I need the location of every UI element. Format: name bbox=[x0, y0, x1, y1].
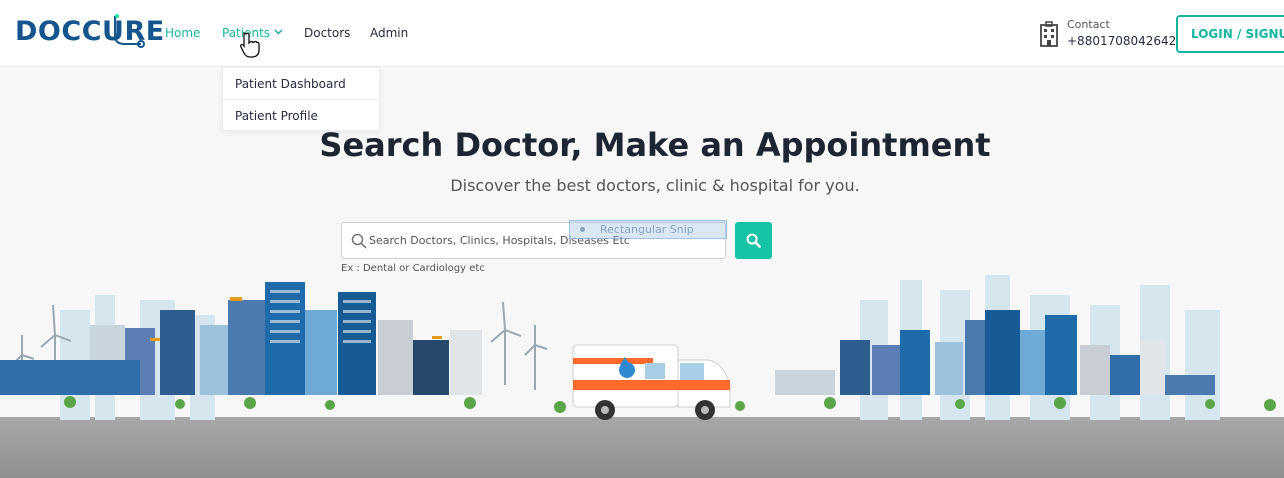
nav-doctors[interactable]: Doctors bbox=[304, 26, 350, 40]
contact-phone[interactable]: +8801708042642 bbox=[1067, 34, 1176, 48]
hero-title: Search Doctor, Make an Appointment bbox=[319, 126, 991, 164]
nav-admin[interactable]: Admin bbox=[370, 26, 408, 40]
hospital-building-icon bbox=[1040, 21, 1058, 47]
login-signup-button[interactable]: LOGIN / SIGNUP bbox=[1176, 15, 1284, 53]
search-icon bbox=[351, 233, 367, 249]
menu-item-patient-dashboard[interactable]: Patient Dashboard bbox=[223, 68, 379, 100]
site-header: DOCCURE Home Patients Doctors Admin Cont… bbox=[0, 0, 1284, 67]
ambulance-illustration bbox=[572, 344, 731, 420]
snip-dot bbox=[580, 227, 585, 232]
snip-label: Rectangular Snip bbox=[600, 223, 694, 236]
stethoscope-icon bbox=[114, 14, 145, 48]
contact-info: Contact +8801708042642 bbox=[1038, 18, 1176, 52]
hero-subtitle: Discover the best doctors, clinic & hosp… bbox=[450, 176, 860, 195]
ground-strip bbox=[0, 417, 1284, 478]
hand-pointer-cursor-icon bbox=[240, 32, 260, 58]
chevron-down-icon bbox=[274, 29, 283, 35]
patients-dropdown: Patient Dashboard Patient Profile bbox=[222, 67, 380, 131]
search-icon bbox=[746, 233, 761, 248]
doccure-logo[interactable]: DOCCURE bbox=[15, 14, 164, 54]
rectangular-snip-overlay: Rectangular Snip bbox=[569, 220, 727, 239]
city-skyline-illustration bbox=[0, 275, 1276, 420]
search-button[interactable] bbox=[735, 222, 772, 259]
contact-label: Contact bbox=[1067, 18, 1110, 31]
nav-home[interactable]: Home bbox=[165, 26, 200, 40]
menu-item-patient-profile[interactable]: Patient Profile bbox=[223, 100, 379, 132]
